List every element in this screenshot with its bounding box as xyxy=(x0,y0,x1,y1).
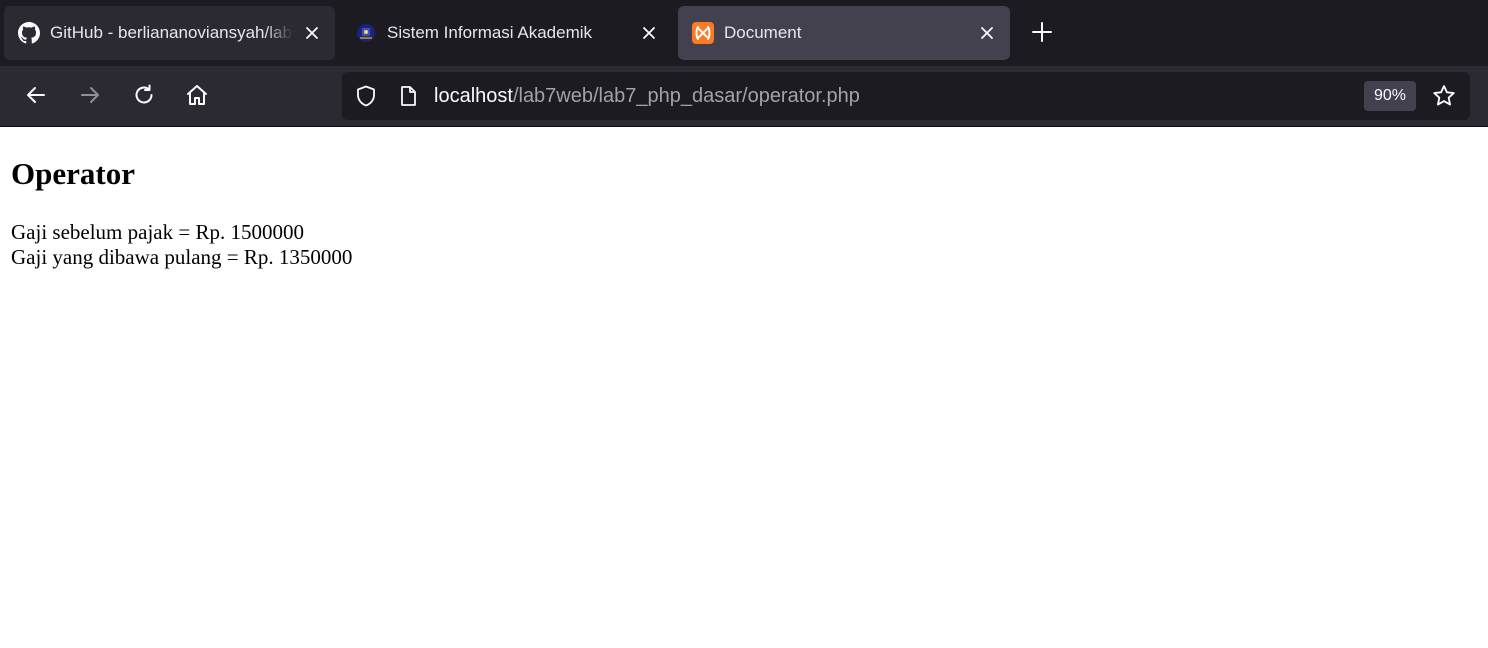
tab-strip: GitHub - berliananoviansyah/lab7web Sist… xyxy=(0,0,1488,66)
arrow-right-icon xyxy=(78,83,102,111)
tab-title: Document xyxy=(724,23,802,42)
home-icon xyxy=(185,83,209,111)
zoom-level-button[interactable]: 90% xyxy=(1364,81,1416,111)
arrow-left-icon xyxy=(24,83,48,111)
url-host: localhost xyxy=(434,85,513,107)
page-icon[interactable] xyxy=(396,84,420,108)
tab-github[interactable]: GitHub - berliananoviansyah/lab7web xyxy=(4,6,335,60)
url-text[interactable]: localhost/lab7web/lab7_php_dasar/operato… xyxy=(434,84,860,108)
close-icon[interactable] xyxy=(636,20,662,46)
address-bar[interactable]: localhost/lab7web/lab7_php_dasar/operato… xyxy=(342,72,1470,120)
salary-before-tax-text: Gaji sebelum pajak = Rp. 1500000 xyxy=(11,220,304,244)
url-path: /lab7web/lab7_php_dasar/operator.php xyxy=(512,85,860,107)
page-title: Operator xyxy=(11,156,135,191)
reload-icon xyxy=(132,83,156,111)
forward-button[interactable] xyxy=(72,79,108,115)
new-tab-button[interactable] xyxy=(1026,18,1058,50)
home-button[interactable] xyxy=(179,79,215,115)
plus-icon xyxy=(1032,22,1052,46)
close-icon[interactable] xyxy=(299,20,325,46)
back-button[interactable] xyxy=(18,79,54,115)
xampp-icon xyxy=(692,22,714,44)
github-icon xyxy=(18,22,40,44)
page-content: Operator Gaji sebelum pajak = Rp. 150000… xyxy=(0,127,1488,648)
university-logo-icon xyxy=(355,22,377,44)
close-icon[interactable] xyxy=(974,20,1000,46)
shield-icon[interactable] xyxy=(354,84,378,108)
tab-document[interactable]: Document xyxy=(678,6,1010,60)
take-home-salary-text: Gaji yang dibawa pulang = Rp. 1350000 xyxy=(11,245,353,269)
tab-title: Sistem Informasi Akademik xyxy=(387,23,593,42)
reload-button[interactable] xyxy=(126,79,162,115)
star-icon[interactable] xyxy=(1430,82,1458,110)
tab-title: GitHub - berliananoviansyah/lab7web xyxy=(50,23,293,42)
nav-bar: localhost/lab7web/lab7_php_dasar/operato… xyxy=(0,66,1488,127)
tab-sistem-informasi-akademik[interactable]: Sistem Informasi Akademik xyxy=(341,6,672,60)
